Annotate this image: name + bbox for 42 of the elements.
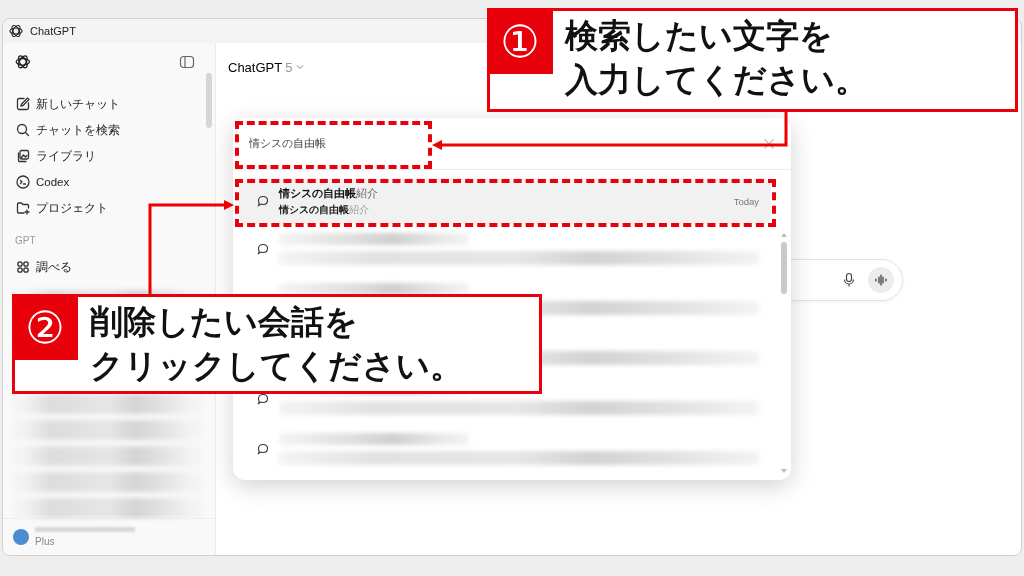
scroll-up-icon[interactable] — [780, 232, 788, 238]
model-selector[interactable]: ChatGPT 5 — [228, 59, 306, 75]
pencil-square-icon — [15, 96, 31, 112]
step-number: ② — [12, 294, 78, 360]
chat-bubble-icon — [257, 443, 269, 455]
waveform-icon — [873, 273, 888, 287]
chat-bubble-icon — [257, 195, 269, 207]
callout-text: 検索したい文字を 入力してください。 — [563, 16, 868, 100]
window-title: ChatGPT — [30, 25, 76, 37]
sidebar-item[interactable]: 新しいチャット — [9, 91, 205, 117]
knot-logo-icon[interactable] — [14, 53, 32, 71]
search-field[interactable]: 情シスの自由帳 — [247, 133, 763, 154]
voice-mode-button[interactable] — [867, 267, 894, 293]
scroll-down-icon[interactable] — [780, 468, 788, 474]
chevron-down-icon — [295, 62, 306, 72]
chat-bubble-icon — [257, 243, 269, 255]
sidebar-toggle-icon[interactable] — [179, 54, 195, 70]
result-date: Today — [733, 195, 759, 207]
knot-logo-icon — [8, 23, 24, 39]
scrollbar-thumb[interactable] — [206, 73, 212, 128]
result-title: 情シスの自由帳紹介 — [279, 185, 379, 201]
folder-plus-icon — [15, 200, 31, 216]
sidebar-item[interactable]: 調べる — [9, 254, 205, 280]
grid-circles-icon — [15, 259, 31, 275]
sidebar-item[interactable]: チャットを検索 — [9, 117, 205, 143]
result-snippet: 情シスの自由帳紹介 — [279, 203, 370, 217]
sidebar-item[interactable]: ライブラリ — [9, 143, 205, 169]
sidebar-item[interactable]: Codex — [9, 169, 205, 195]
plan-label: Plus — [35, 536, 56, 547]
avatar-circle[interactable] — [13, 529, 29, 545]
sidebar-item[interactable]: プロジェクト — [9, 195, 205, 221]
images-icon — [15, 148, 31, 164]
search-result[interactable]: 情シスの自由帳紹介 情シスの自由帳紹介 Today — [239, 178, 771, 224]
close-icon[interactable] — [763, 137, 775, 150]
scrollbar-thumb[interactable] — [781, 242, 787, 294]
chat-bubble-icon — [257, 393, 269, 405]
callout-text: 削除したい会話を クリックしてください。 — [89, 302, 463, 386]
terminal-circle-icon — [15, 174, 31, 190]
section-label: GPT — [14, 234, 37, 248]
microphone-icon[interactable] — [841, 272, 856, 288]
step-number: ① — [487, 8, 553, 74]
search-icon — [15, 122, 31, 138]
